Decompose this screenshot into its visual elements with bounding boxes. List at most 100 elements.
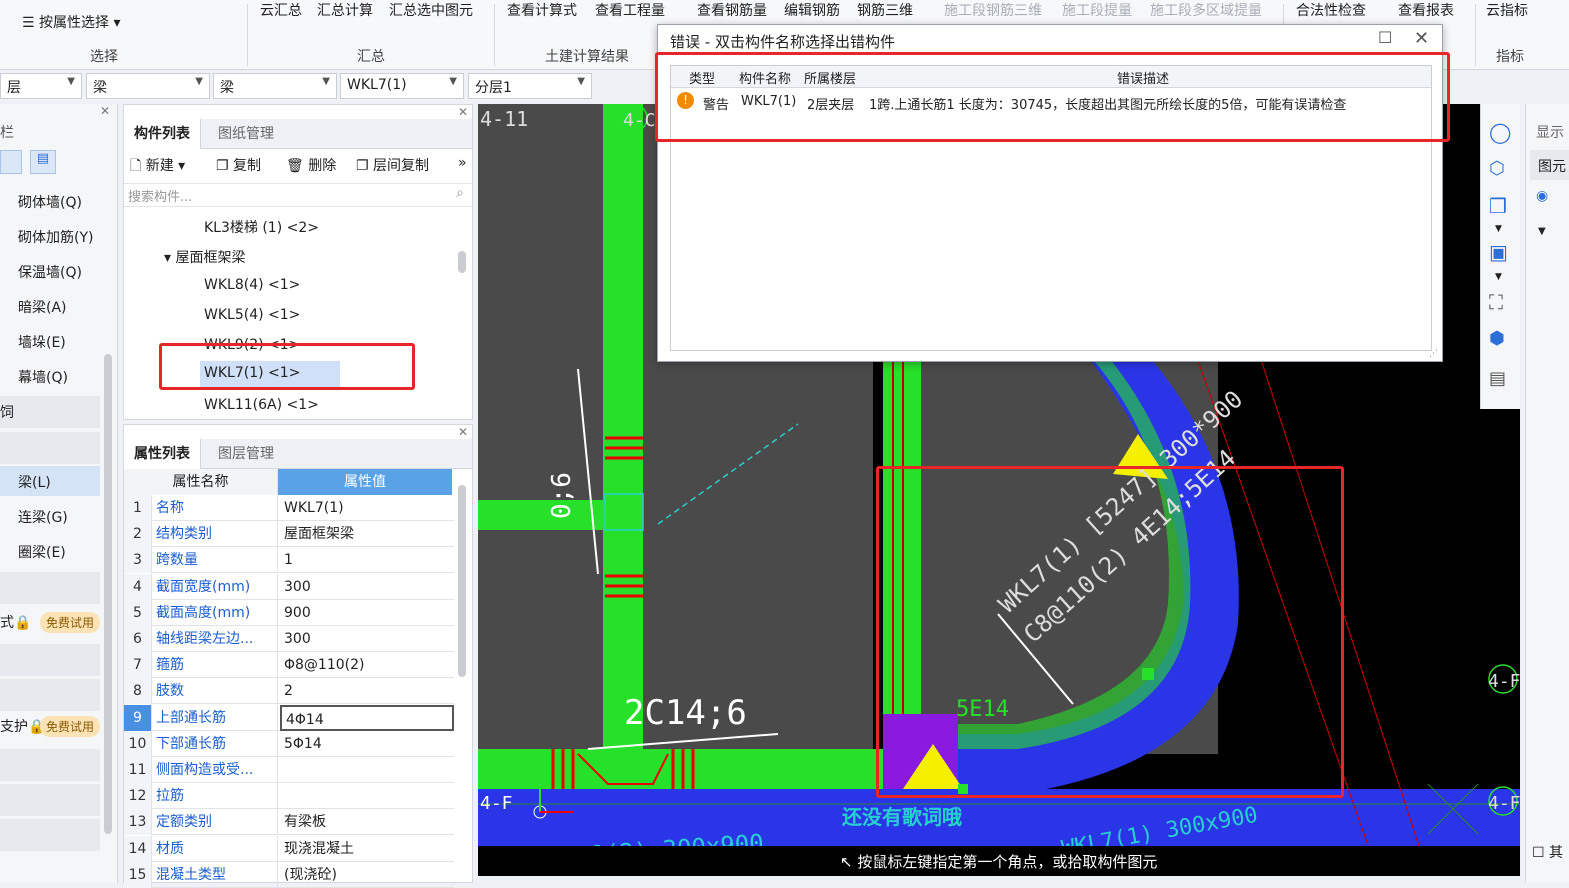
nav-item-masonry-wall[interactable]: 砌体墙(Q) xyxy=(18,192,82,212)
property-value[interactable]: 屋面框架梁 xyxy=(280,521,454,547)
property-row[interactable]: 13 定额类别 有梁板 xyxy=(124,809,454,836)
left-nav-scrollbar[interactable] xyxy=(104,354,112,834)
property-value[interactable]: 有梁板 xyxy=(280,809,454,835)
property-row[interactable]: 3 跨数量 1 xyxy=(124,547,454,574)
category-select[interactable]: 梁 ▼ xyxy=(86,73,210,99)
close-icon[interactable]: ✕ xyxy=(458,425,468,439)
chevron-down-icon[interactable]: ▼ xyxy=(1538,226,1546,237)
nav-group-header[interactable] xyxy=(0,784,100,816)
validity-check-button[interactable]: 合法性检查 xyxy=(1296,0,1366,20)
property-row[interactable]: 2 结构类别 屋面框架梁 xyxy=(124,521,454,548)
stage-multi-quantity-button[interactable]: 施工段多区域提量 xyxy=(1150,0,1262,20)
chevron-down-icon[interactable]: ▼ xyxy=(1495,224,1502,234)
nav-group-header[interactable]: 饲 xyxy=(0,396,100,428)
view-rebar-button[interactable]: 查看钢筋量 xyxy=(697,0,767,20)
property-value[interactable] xyxy=(280,783,454,809)
property-row[interactable]: 5 截面高度(mm) 900 xyxy=(124,599,454,626)
property-row[interactable]: 4 截面宽度(mm) 300 xyxy=(124,573,454,600)
type-select[interactable]: 梁 ▼ xyxy=(213,73,337,99)
property-row[interactable]: 14 材质 现浇混凝土 xyxy=(124,835,454,862)
floor-select[interactable]: 层 ▼ xyxy=(0,73,82,99)
stage-rebar-3d-button[interactable]: 施工段钢筋三维 xyxy=(944,0,1042,20)
property-row[interactable]: 12 拉筋 xyxy=(124,783,454,810)
resize-grip-icon[interactable]: ⋰ xyxy=(1429,349,1438,359)
component-select[interactable]: WKL7(1) ▼ xyxy=(340,73,464,99)
property-row[interactable]: 15 混凝土类型 (现浇砼) xyxy=(124,861,454,888)
nav-trial-item-2[interactable]: 支护🔒 xyxy=(0,716,45,736)
summary-calc-button[interactable]: 汇总计算 xyxy=(317,0,373,20)
orbit-icon[interactable]: ◯ xyxy=(1489,120,1511,144)
close-icon[interactable]: ✕ xyxy=(100,104,110,118)
cloud-summary-button[interactable]: 云汇总 xyxy=(260,0,302,20)
cloud-index-button[interactable]: 云指标 xyxy=(1486,0,1528,20)
select-by-attr-button[interactable]: ☰ 按属性选择 ▾ xyxy=(22,12,121,32)
close-icon[interactable]: ✕ xyxy=(458,105,468,119)
tree-item[interactable]: WKL8(4) <1> xyxy=(204,277,300,293)
search-input[interactable]: 搜索构件... ⌕ xyxy=(124,183,472,207)
free-trial-badge[interactable]: 免费试用 xyxy=(40,612,101,633)
property-scrollbar[interactable] xyxy=(458,485,466,677)
summary-selected-button[interactable]: 汇总选中图元 xyxy=(389,0,473,20)
property-value[interactable] xyxy=(280,757,454,783)
tree-item[interactable]: KL3楼梯 (1) <2> xyxy=(204,217,319,237)
maximize-icon[interactable]: ☐ xyxy=(1378,28,1392,47)
tree-scrollbar[interactable] xyxy=(458,251,466,273)
floor-copy-button[interactable]: ❐ 层间复制 xyxy=(356,155,429,175)
property-value[interactable]: 4Φ14 xyxy=(280,704,454,731)
elem-tab[interactable]: 图元 xyxy=(1530,150,1569,180)
tab-layer-management[interactable]: 图层管理 xyxy=(208,439,284,469)
stage-quantity-button[interactable]: 施工段提量 xyxy=(1062,0,1132,20)
property-value[interactable]: 1 xyxy=(280,547,454,573)
more-icon[interactable]: » xyxy=(458,155,467,171)
nav-item-masonry-rebar[interactable]: 砌体加筋(Y) xyxy=(18,227,93,247)
nav-item-ring-beam[interactable]: 圈梁(E) xyxy=(18,542,66,562)
rebar-3d-button[interactable]: 钢筋三维 xyxy=(857,0,913,20)
property-value[interactable]: WKL7(1) xyxy=(280,495,454,521)
property-row[interactable]: 10 下部通长筋 5Φ14 xyxy=(124,730,454,757)
view-report-button[interactable]: 查看报表 xyxy=(1398,0,1454,20)
edit-rebar-button[interactable]: 编辑钢筋 xyxy=(784,0,840,20)
box-view-icon[interactable]: ❒ xyxy=(1489,194,1507,218)
tree-group-roof-beam[interactable]: ▾ 屋面框架梁 xyxy=(164,247,245,267)
nav-item-insulation-wall[interactable]: 保温墙(Q) xyxy=(18,262,82,282)
nav-group-header[interactable] xyxy=(0,432,100,464)
report-icon[interactable]: ▤ xyxy=(1489,368,1506,389)
tab-component-list[interactable]: 构件列表 xyxy=(124,119,201,149)
nav-group-header[interactable] xyxy=(0,819,100,851)
delete-button[interactable]: 🗑 删除 xyxy=(286,155,336,175)
list-view-icon[interactable] xyxy=(0,150,22,174)
property-row[interactable]: 6 轴线距梁左边... 300 xyxy=(124,626,454,652)
property-row[interactable]: 8 肢数 2 xyxy=(124,678,454,705)
copy-button[interactable]: ❐ 复制 xyxy=(216,155,261,175)
view-3d-icon[interactable]: ⬡ xyxy=(1489,158,1505,179)
free-trial-badge[interactable]: 免费试用 xyxy=(40,716,101,737)
solid-view-icon[interactable]: ▣ xyxy=(1489,240,1508,264)
property-value[interactable]: Φ8@110(2) xyxy=(280,652,454,678)
other-checkbox[interactable]: ☐ 其 xyxy=(1532,842,1563,862)
property-value[interactable]: (现浇砼) xyxy=(280,862,454,888)
property-value[interactable]: 300 xyxy=(280,574,454,600)
nav-item-curtain-wall[interactable]: 幕墙(Q) xyxy=(18,367,68,387)
tree-item[interactable]: WKL5(4) <1> xyxy=(204,307,300,323)
nav-item-hidden-beam[interactable]: 暗梁(A) xyxy=(18,297,67,317)
layer-select[interactable]: 分层1 ▼ xyxy=(468,73,592,99)
property-row-selected[interactable]: 9 上部通长筋 4Φ14 xyxy=(124,704,454,731)
nav-item-coupling-beam[interactable]: 连梁(G) xyxy=(18,507,68,527)
radio-button[interactable]: ◉ xyxy=(1536,188,1548,204)
nav-item-beam-selected[interactable]: 梁(L) xyxy=(0,466,100,496)
property-value[interactable]: 300 xyxy=(280,626,454,652)
nav-group-header[interactable] xyxy=(0,644,100,676)
property-value[interactable]: 5Φ14 xyxy=(280,731,454,757)
close-icon[interactable]: ✕ xyxy=(1414,28,1429,49)
view-formula-button[interactable]: 查看计算式 xyxy=(507,0,577,20)
tab-drawing-management[interactable]: 图纸管理 xyxy=(208,119,284,149)
property-row[interactable]: 11 侧面构造或受... xyxy=(124,757,454,783)
tab-property-list[interactable]: 属性列表 xyxy=(124,439,201,469)
property-value[interactable]: 900 xyxy=(280,600,454,626)
tree-item[interactable]: WKL11(6A) <1> xyxy=(204,397,319,413)
nav-group-header[interactable] xyxy=(0,679,100,711)
property-row[interactable]: 7 箍筋 Φ8@110(2) xyxy=(124,652,454,679)
nav-group-header[interactable] xyxy=(0,572,100,604)
property-value[interactable]: 现浇混凝土 xyxy=(280,836,454,862)
new-button[interactable]: 🗋 新建 ▾ xyxy=(130,155,185,179)
